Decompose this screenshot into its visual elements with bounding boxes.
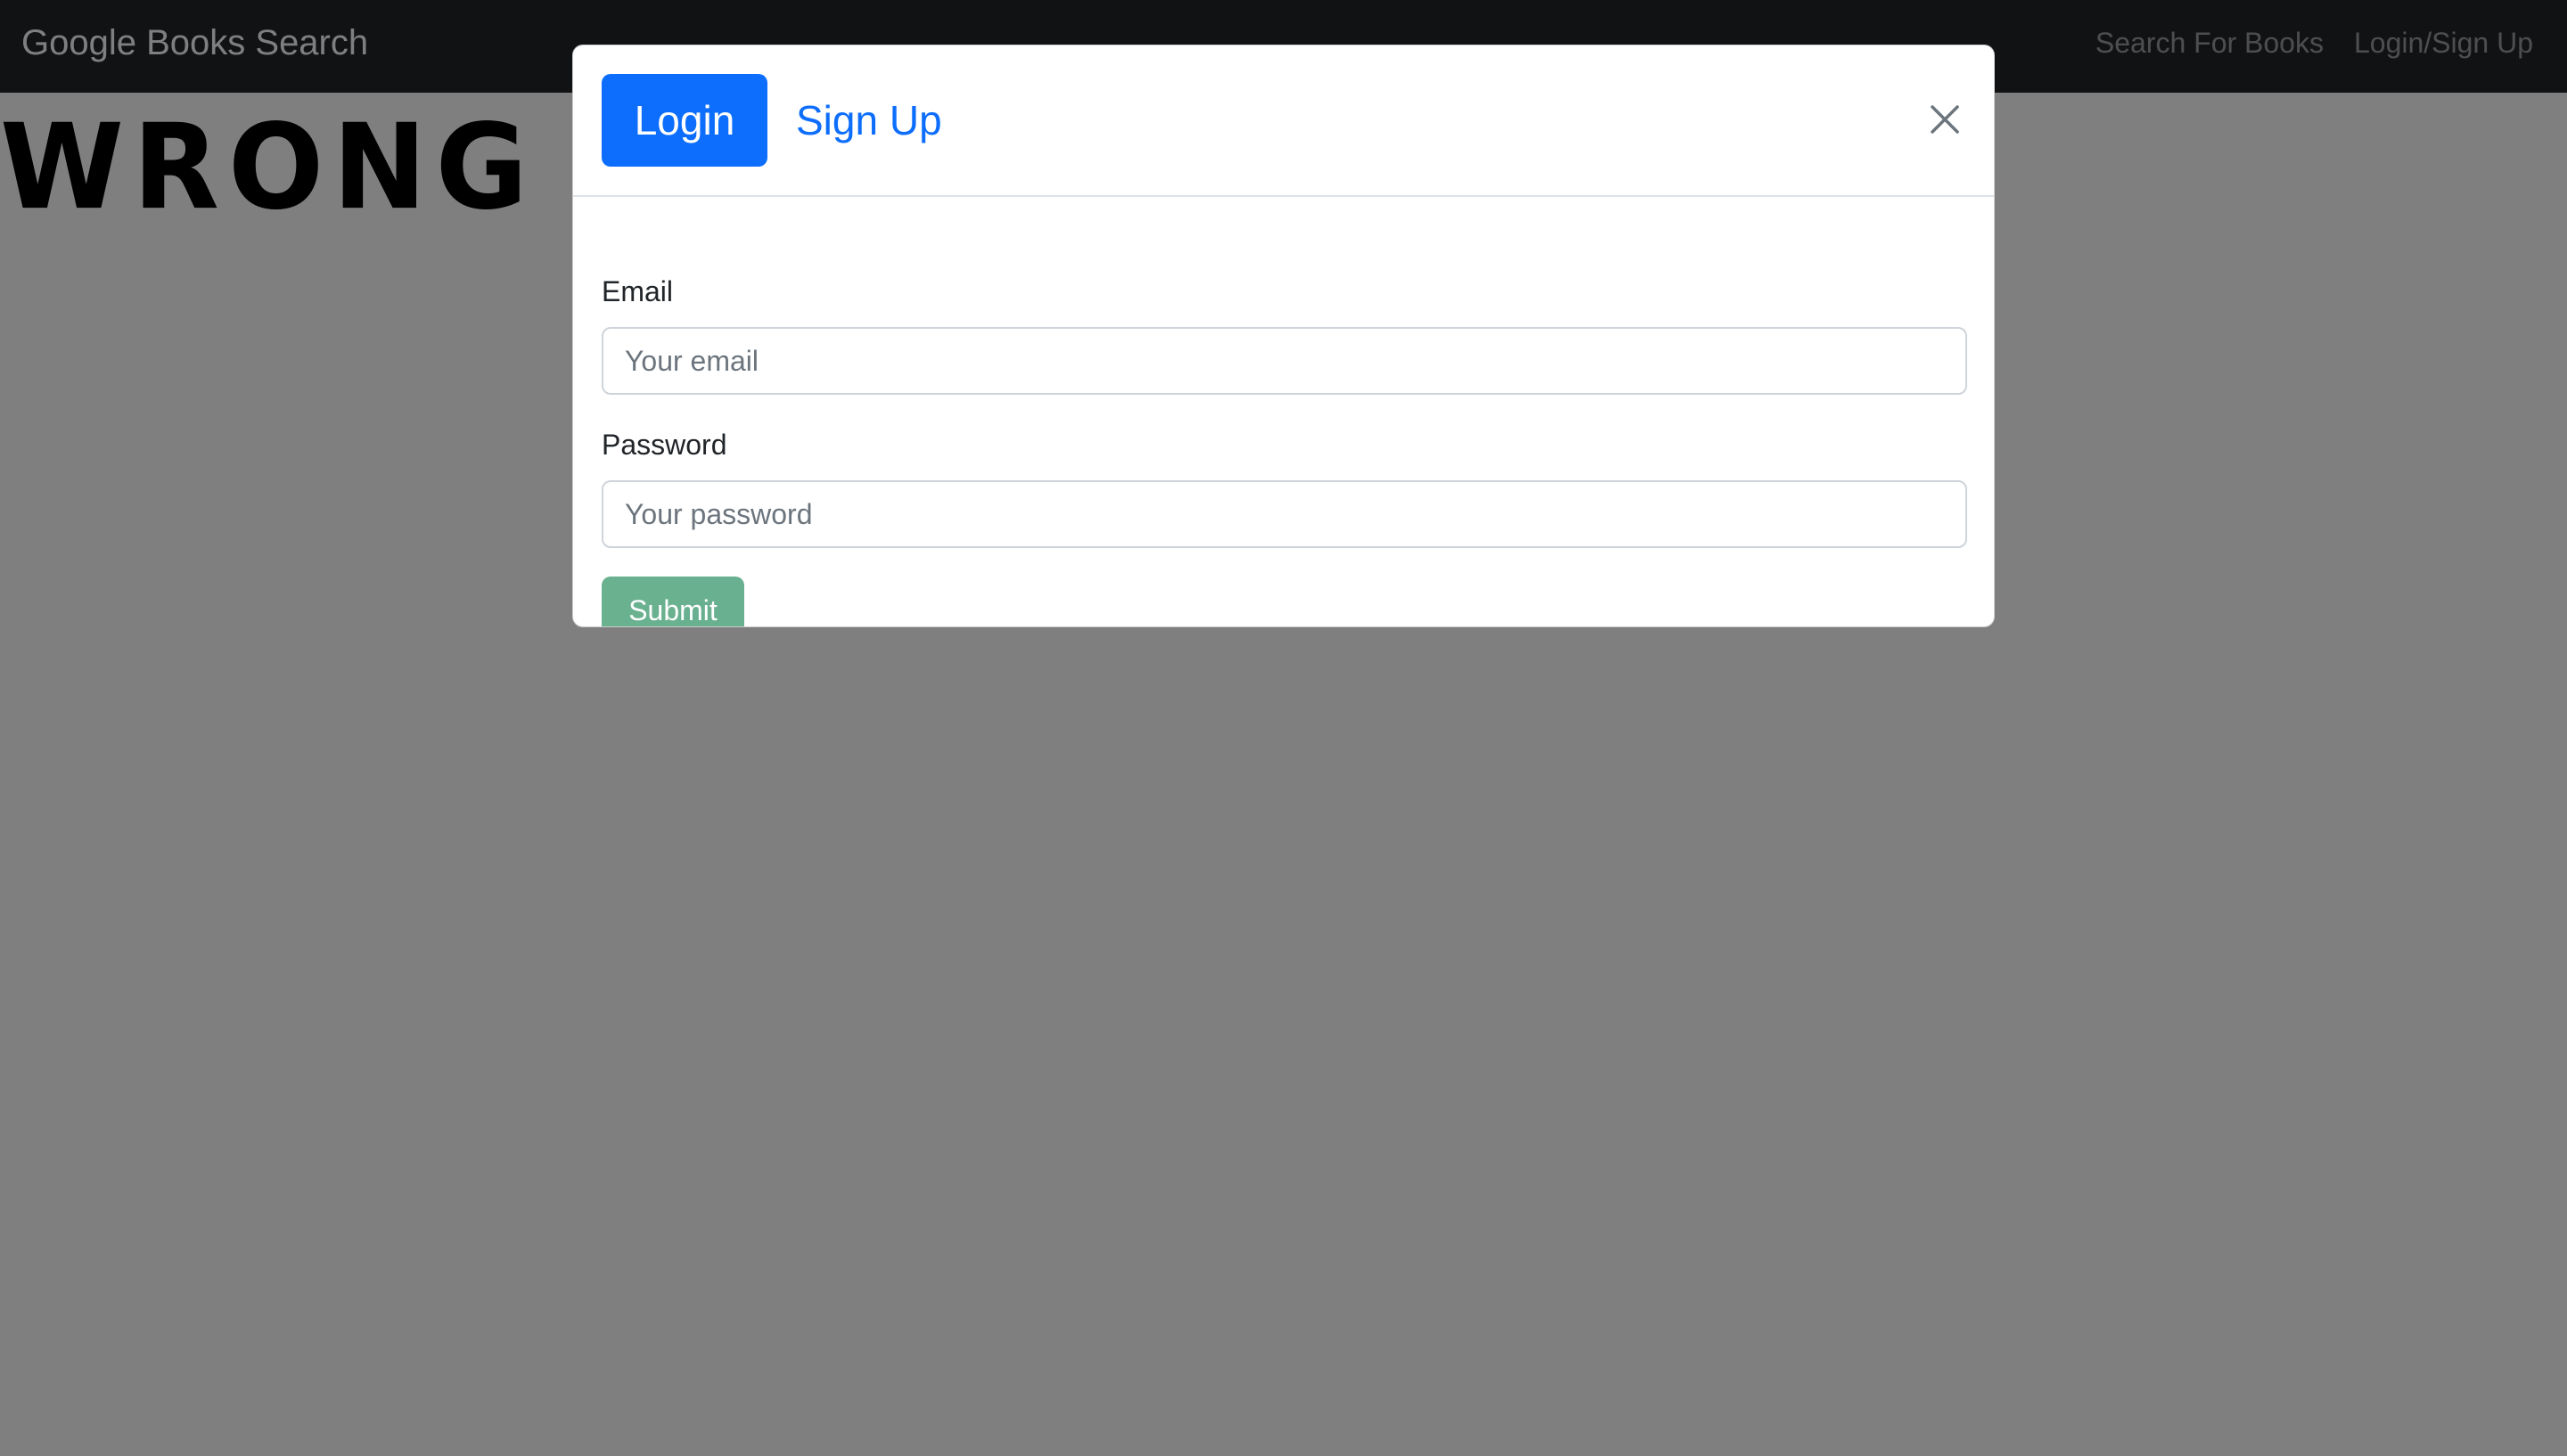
email-label: Email xyxy=(602,275,674,307)
close-button[interactable] xyxy=(1917,92,1972,147)
modal-header: Login Sign Up xyxy=(573,45,1994,197)
email-field[interactable] xyxy=(602,327,1967,395)
tab-login[interactable]: Login xyxy=(602,74,767,167)
login-modal: Login Sign Up Email Password Submit xyxy=(572,45,1995,627)
password-field[interactable] xyxy=(602,480,1967,548)
password-label: Password xyxy=(602,429,727,461)
submit-button[interactable]: Submit xyxy=(602,577,744,626)
close-icon xyxy=(1931,105,1959,134)
tab-signup[interactable]: Sign Up xyxy=(796,74,942,167)
